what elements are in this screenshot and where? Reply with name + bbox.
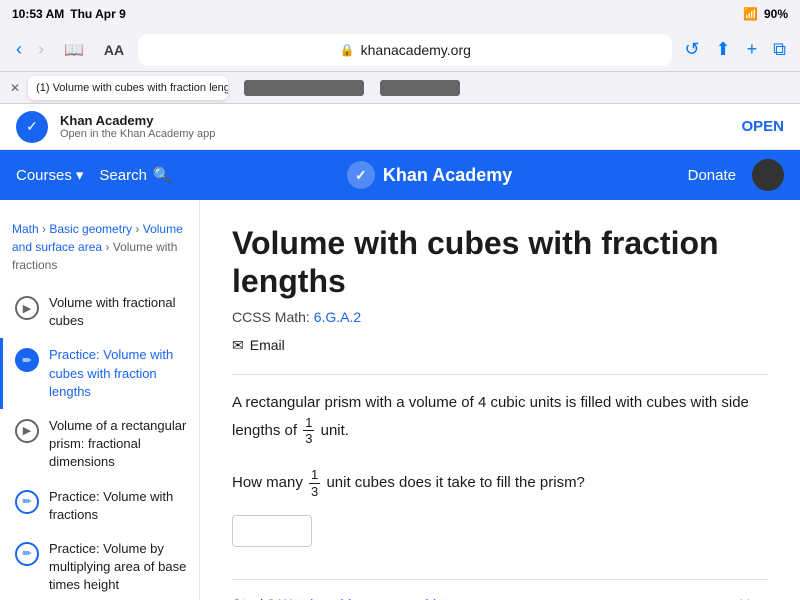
pencil-outline-icon: ✏ [15,490,39,514]
main-content: Volume with cubes with fraction lengths … [200,200,800,600]
ccss-prefix: CCSS Math: [232,309,310,325]
ka-app-banner: ✓ Khan Academy Open in the Khan Academy … [0,104,800,150]
search-icon: 🔍 [153,166,172,184]
sidebar-item-label: Practice: Volume with cubes with fractio… [49,346,187,401]
bookmarks-icon[interactable]: 📖 [58,36,90,64]
share-button[interactable]: ⬆ [712,35,735,64]
tab-close-button[interactable]: ✕ [10,81,20,95]
sidebar: Math › Basic geometry › Volume and surfa… [0,200,200,600]
pencil-outline-icon-2: ✏ [15,542,39,566]
email-label: Email [250,337,285,353]
user-avatar[interactable] [752,159,784,191]
courses-label: Courses [16,167,72,184]
open-app-button[interactable]: OPEN [741,118,784,135]
fraction-denominator-1: 3 [303,431,314,447]
stuck-label: Stuck? [232,596,275,600]
breadcrumb-sep3: › [102,240,113,254]
ka-logo-shield-icon: ✓ [347,161,375,189]
text-size-button[interactable]: AA [98,38,130,62]
sidebar-item-label: Volume of a rectangular prism: fractiona… [49,417,187,472]
redacted-tab-2 [380,80,460,96]
ccss-line: CCSS Math: 6.G.A.2 [232,309,768,325]
sidebar-item-label: Volume with fractional cubes [49,294,187,330]
question-text-part2: unit cubes does it take to fill the pris… [326,474,584,491]
ka-logo-name: Khan Academy [383,165,512,186]
status-right: 📶 90% [743,7,788,21]
sidebar-item-practice-volume-base-area[interactable]: ✏ Practice: Volume by multiplying area o… [0,532,199,600]
answer-input[interactable] [232,515,312,547]
search-label: Search [99,167,147,184]
tab-bar: ✕ (1) Volume with cubes with fraction le… [0,72,800,104]
reload-button[interactable]: ↺ [680,35,703,64]
browser-navigation: ‹ › [10,35,50,64]
day-display: Thu Apr 9 [70,7,126,21]
sidebar-item-practice-fraction-lengths[interactable]: ✏ Practice: Volume with cubes with fract… [0,338,199,409]
breadcrumb: Math › Basic geometry › Volume and surfa… [0,212,199,286]
fraction-1: 1 3 [303,415,314,447]
sidebar-item-volume-rectangular-prism[interactable]: ▶ Volume of a rectangular prism: fractio… [0,409,199,480]
hint-link[interactable]: Watch a video or use a hint. [279,596,452,600]
forward-button[interactable]: › [32,35,50,64]
back-button[interactable]: ‹ [10,35,28,64]
email-icon: ✉ [232,337,244,354]
ka-shield-icon: ✓ [16,111,48,143]
add-tab-button[interactable]: + [743,35,762,64]
ka-banner-text: Khan Academy Open in the Khan Academy ap… [60,113,729,140]
question-text-part1: How many [232,474,303,491]
ka-org-name: Khan Academy [60,113,729,128]
tab-label: (1) Volume with cubes with fraction leng… [36,82,228,94]
breadcrumb-basic-geometry[interactable]: Basic geometry [49,222,132,236]
ka-navigation: Courses ▾ Search 🔍 ✓ Khan Academy Donate [0,150,800,200]
sidebar-item-practice-volume-fractions[interactable]: ✏ Practice: Volume with fractions [0,480,199,532]
status-bar: 10:53 AM Thu Apr 9 📶 90% [0,0,800,28]
browser-actions: ↺ ⬆ + ⧉ [680,35,790,64]
sidebar-item-volume-fractional-cubes[interactable]: ▶ Volume with fractional cubes [0,286,199,338]
tabs-button[interactable]: ⧉ [769,35,790,64]
stuck-section: Stuck? Watch a video or use a hint. [232,596,452,600]
problem-text: A rectangular prism with a volume of 4 c… [232,391,768,447]
breadcrumb-math[interactable]: Math [12,222,39,236]
fraction-numerator-2: 1 [309,467,320,484]
courses-menu-button[interactable]: Courses ▾ [16,166,83,184]
divider-1 [232,374,768,375]
donate-button[interactable]: Donate [688,167,736,184]
ccss-code-link[interactable]: 6.G.A.2 [314,309,361,325]
problem-text-part2: unit. [321,422,349,439]
fraction-numerator-1: 1 [303,415,314,432]
play-icon: ▶ [15,296,39,320]
sidebar-item-label: Practice: Volume by multiplying area of … [49,540,187,595]
status-left: 10:53 AM Thu Apr 9 [12,7,126,21]
pencil-active-icon: ✏ [15,348,39,372]
wifi-icon: 📶 [743,7,758,21]
fraction-denominator-2: 3 [309,484,320,500]
browser-bar: ‹ › 📖 AA 🔒 khanacademy.org ↺ ⬆ + ⧉ [0,28,800,72]
ka-banner-subtitle: Open in the Khan Academy app [60,128,729,140]
lock-icon: 🔒 [340,43,355,57]
breadcrumb-sep1: › [39,222,50,236]
breadcrumb-sep2: › [132,222,143,236]
active-tab[interactable]: (1) Volume with cubes with fraction leng… [28,76,228,100]
ka-logo: ✓ Khan Academy [188,161,672,189]
courses-chevron-icon: ▾ [76,166,84,184]
report-problem-link[interactable]: Report a problem [668,597,768,600]
redacted-tab-1 [244,80,364,96]
address-bar[interactable]: 🔒 khanacademy.org [138,34,672,66]
play-icon-2: ▶ [15,419,39,443]
time-display: 10:53 AM [12,7,64,21]
stuck-area: Stuck? Watch a video or use a hint. Repo… [232,579,768,600]
url-display: khanacademy.org [361,42,471,58]
battery-display: 90% [764,7,788,21]
email-line: ✉ Email [232,337,768,354]
question-text: How many 1 3 unit cubes does it take to … [232,467,768,499]
search-area[interactable]: Search 🔍 [99,166,171,184]
fraction-2: 1 3 [309,467,320,499]
main-layout: Math › Basic geometry › Volume and surfa… [0,200,800,600]
page-title: Volume with cubes with fraction lengths [232,224,768,301]
sidebar-item-label: Practice: Volume with fractions [49,488,187,524]
